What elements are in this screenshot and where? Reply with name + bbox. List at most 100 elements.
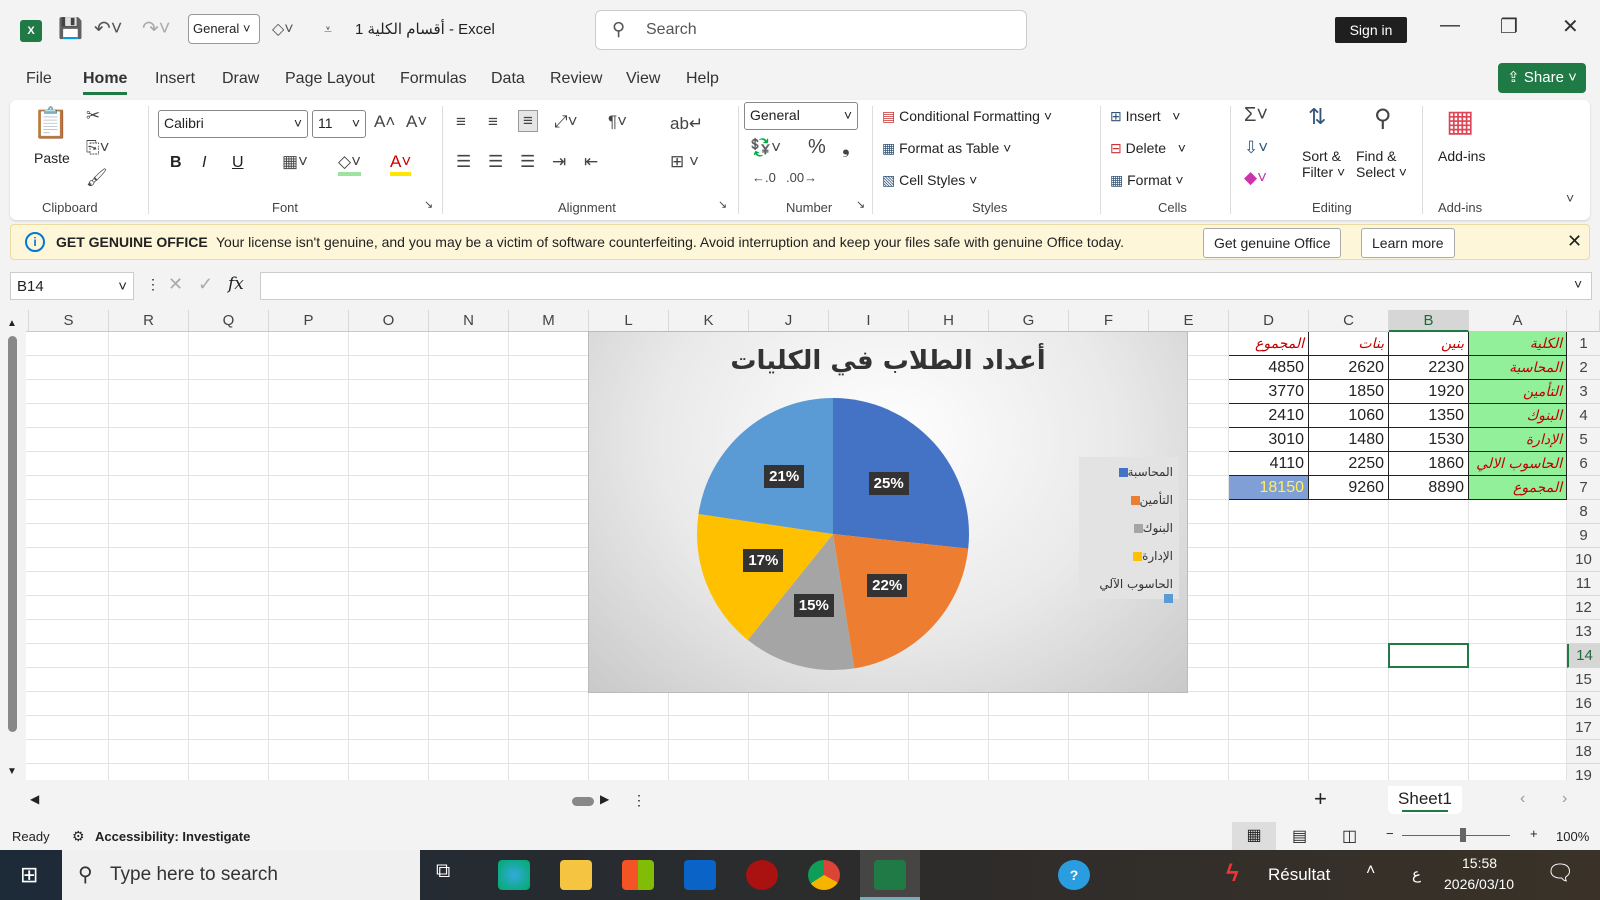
scroll-left-icon[interactable]: ◀ (30, 792, 39, 806)
decrease-decimal-icon[interactable]: .00→ (786, 170, 817, 185)
app-icon[interactable] (746, 860, 778, 890)
enter-icon[interactable]: ✓ (198, 274, 213, 295)
comma-style-icon[interactable]: ❟ (842, 136, 850, 159)
column-header-q[interactable]: Q (189, 310, 269, 332)
column-header-e[interactable]: E (1149, 310, 1229, 332)
cell-c4[interactable]: 1060 (1309, 404, 1389, 428)
tab-view[interactable]: View (626, 66, 660, 92)
font-dialog-launcher-icon[interactable]: ↘ (424, 198, 433, 211)
cell-a5[interactable]: الإدارة (1469, 428, 1567, 452)
pie-chart[interactable]: أعداد الطلاب في الكليات 25% 22% 15% 17% 21% … (588, 331, 1188, 693)
store-icon[interactable] (622, 860, 654, 890)
page-break-view-icon[interactable]: ◫ (1342, 826, 1357, 846)
redo-icon[interactable]: ↷˅ (142, 16, 170, 41)
row-header-1[interactable]: 1 (1567, 332, 1600, 356)
excel-taskbar-button[interactable] (860, 850, 920, 900)
text-direction-icon[interactable]: ¶˅ (608, 112, 627, 132)
normal-view-icon[interactable]: ▦ (1232, 822, 1276, 850)
tab-home[interactable]: Home (83, 66, 128, 95)
column-header-a[interactable]: A (1469, 310, 1567, 332)
row-header-18[interactable]: 18 (1567, 740, 1600, 764)
row-header-7[interactable]: 7 (1567, 476, 1600, 500)
row-header-15[interactable]: 15 (1567, 668, 1600, 692)
autosum-icon[interactable]: Σ˅ (1244, 104, 1268, 127)
scroll-thumb[interactable] (8, 336, 17, 732)
news-widget[interactable]: Résultat (1268, 865, 1330, 885)
learn-more-button[interactable]: Learn more (1361, 228, 1455, 258)
font-size-select[interactable]: 11 ˅ (312, 110, 366, 138)
font-color-icon[interactable]: A˅ (390, 152, 412, 176)
format-cells-button[interactable]: ▦ Format ˅ (1110, 172, 1184, 189)
chrome-icon[interactable] (808, 860, 840, 890)
borders-icon[interactable]: ▦˅ (282, 152, 308, 172)
row-header-9[interactable]: 9 (1567, 524, 1600, 548)
sort-filter-button[interactable]: Sort & Filter ˅ (1302, 148, 1345, 180)
decrease-font-icon[interactable]: A˅ (406, 112, 427, 132)
expand-formula-icon[interactable]: ˅ (1574, 276, 1582, 292)
column-header-b[interactable]: B (1389, 310, 1469, 332)
language-indicator[interactable]: ع (1412, 865, 1421, 883)
cell-d6[interactable]: 4110 (1229, 452, 1309, 476)
orientation-icon[interactable]: ⤢˅ (554, 112, 578, 132)
row-header-2[interactable]: 2 (1567, 356, 1600, 380)
vertical-scrollbar[interactable]: ▲ ▼ (0, 310, 26, 780)
align-left-icon[interactable]: ☰ (456, 152, 471, 172)
cell-b6[interactable]: 1860 (1389, 452, 1469, 476)
column-header-k[interactable]: K (669, 310, 749, 332)
row-header-6[interactable]: 6 (1567, 452, 1600, 476)
cell-d2[interactable]: 4850 (1229, 356, 1309, 380)
row-header-13[interactable]: 13 (1567, 620, 1600, 644)
cell-a6[interactable]: الحاسوب الالي (1469, 452, 1567, 476)
cell-c1[interactable]: بنات (1309, 332, 1389, 356)
zoom-slider-thumb[interactable] (1460, 828, 1466, 842)
format-as-table-button[interactable]: ▦ Format as Table ˅ (882, 140, 1011, 157)
cell-c6[interactable]: 2250 (1309, 452, 1389, 476)
worksheet-grid[interactable]: SRQPONMLKJIHGFEDCBA 1 2 3 4 5 6 7 8 9 10 11 12 13 14 1… (26, 310, 1600, 780)
column-header-j[interactable]: J (749, 310, 829, 332)
select-all-corner[interactable] (1567, 310, 1600, 332)
font-name-select[interactable]: Calibri ˅ (158, 110, 308, 138)
file-explorer-icon[interactable] (560, 860, 592, 890)
sort-filter-icon[interactable]: ⇅ (1308, 104, 1326, 130)
more-options-icon[interactable]: ⋮ (632, 792, 646, 809)
column-header-c[interactable]: C (1309, 310, 1389, 332)
fill-color-icon[interactable]: ◇˅ (272, 19, 294, 39)
align-center-icon[interactable]: ☰ (488, 152, 503, 172)
scroll-down-icon[interactable]: ▼ (7, 766, 17, 777)
tab-formulas[interactable]: Formulas (400, 66, 467, 92)
row-header-3[interactable]: 3 (1567, 380, 1600, 404)
add-ins-icon[interactable]: ▦ (1446, 104, 1474, 139)
page-layout-view-icon[interactable]: ▤ (1292, 826, 1307, 846)
row-header-8[interactable]: 8 (1567, 500, 1600, 524)
cell-a4[interactable]: البنوك (1469, 404, 1567, 428)
add-ins-button[interactable]: Add-ins (1438, 148, 1485, 164)
cell-d5[interactable]: 3010 (1229, 428, 1309, 452)
tab-file[interactable]: File (26, 66, 52, 92)
cell-d4[interactable]: 2410 (1229, 404, 1309, 428)
zoom-out-icon[interactable]: − (1386, 826, 1394, 841)
cancel-icon[interactable]: ✕ (168, 274, 183, 295)
clock-time[interactable]: 15:58 (1462, 855, 1497, 871)
row-header-12[interactable]: 12 (1567, 596, 1600, 620)
find-select-icon[interactable]: ⚲ (1374, 104, 1392, 133)
tab-insert[interactable]: Insert (155, 66, 195, 92)
edge-icon[interactable] (498, 860, 530, 890)
close-bar-icon[interactable]: ✕ (1567, 231, 1582, 252)
alignment-dialog-launcher-icon[interactable]: ↘ (718, 198, 727, 211)
scroll-up-icon[interactable]: ▲ (7, 318, 17, 329)
align-right-icon[interactable]: ☰ (520, 152, 535, 172)
cell-b5[interactable]: 1530 (1389, 428, 1469, 452)
cell-c2[interactable]: 2620 (1309, 356, 1389, 380)
column-header-h[interactable]: H (909, 310, 989, 332)
search-box[interactable]: ⚲ Search (595, 10, 1027, 50)
row-header-17[interactable]: 17 (1567, 716, 1600, 740)
cell-c7[interactable]: 9260 (1309, 476, 1389, 500)
tab-review[interactable]: Review (550, 66, 602, 92)
quick-format-select[interactable]: General ˅ (188, 14, 260, 44)
row-header-14[interactable]: 14 (1567, 644, 1600, 668)
save-icon[interactable]: 💾 (58, 16, 83, 41)
row-header-5[interactable]: 5 (1567, 428, 1600, 452)
row-header-11[interactable]: 11 (1567, 572, 1600, 596)
cell-b2[interactable]: 2230 (1389, 356, 1469, 380)
close-icon[interactable]: ✕ (1562, 14, 1579, 39)
